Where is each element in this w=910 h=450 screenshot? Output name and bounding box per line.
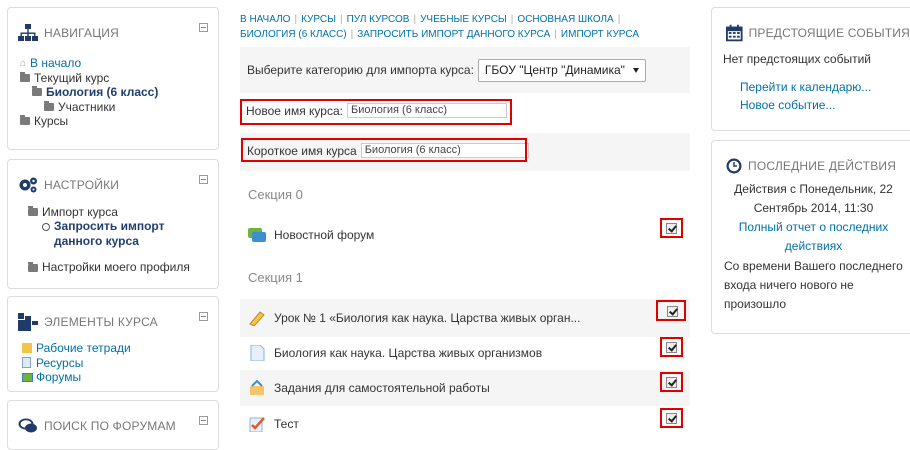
activity-name[interactable]: Задания для самостоятельной работы	[274, 381, 490, 395]
category-select-value: ГБОУ "Центр "Динамика"	[484, 63, 625, 77]
nav-item-current-course[interactable]: Текущий курс	[20, 71, 212, 86]
category-label: Выберите категорию для импорта курса:	[247, 63, 474, 77]
activity-since-text: Действия с Понедельник, 22 Сентябрь 2014…	[734, 182, 893, 215]
collapse-icon[interactable]	[199, 312, 208, 321]
forum-search-title: Поиск по форумам	[44, 419, 176, 433]
navigation-block: Навигация ⌂ В начало Текущий курс Биолог…	[7, 7, 219, 150]
breadcrumb-study-courses[interactable]: Учебные курсы	[420, 14, 507, 25]
nav-item-courses[interactable]: Курсы	[20, 114, 212, 129]
folder-icon	[20, 115, 30, 126]
breadcrumb-biology[interactable]: Биология (6 класс)	[240, 29, 347, 40]
activity-name[interactable]: Урок № 1 «Биология как наука. Царства жи…	[274, 311, 580, 325]
elements-icon	[18, 313, 38, 331]
breadcrumb-courses[interactable]: Курсы	[301, 14, 336, 25]
calendar-link[interactable]: Перейти к календарю...	[740, 78, 871, 97]
activity-row: Биология как наука. Царства живых органи…	[240, 335, 690, 371]
settings-item-request-import[interactable]: Запросить импорт	[20, 219, 212, 235]
highlight-checkbox	[660, 408, 683, 428]
lesson-icon	[249, 311, 265, 326]
category-row: Выберите категорию для импорта курса: ГБ…	[240, 47, 690, 93]
category-select[interactable]: ГБОУ "Центр "Динамика"	[477, 58, 646, 82]
forum-search-block: Поиск по форумам	[7, 400, 219, 450]
course-element-forums[interactable]: Форумы	[22, 370, 212, 385]
collapse-icon[interactable]	[199, 23, 208, 32]
breadcrumb-main-school[interactable]: Основная школа	[517, 14, 613, 25]
course-element-workbooks[interactable]: Рабочие тетради	[22, 341, 212, 356]
highlight-new-name	[240, 99, 512, 125]
page-icon	[22, 357, 31, 369]
page-icon	[250, 345, 265, 361]
forum-icon	[22, 372, 33, 382]
upcoming-events-title: Предстоящие события	[748, 26, 910, 40]
assignment-icon	[250, 380, 264, 395]
highlight-short-name	[241, 138, 527, 162]
sitemap-icon	[18, 24, 38, 41]
forum-icon	[248, 228, 266, 242]
breadcrumb-course-import: Импорт курса	[560, 29, 640, 40]
course-elements-title: Элементы курса	[44, 315, 158, 329]
course-elements-block: Элементы курса Рабочие тетради Ресурсы Ф…	[7, 296, 219, 392]
nav-item-home[interactable]: ⌂ В начало	[20, 56, 212, 71]
collapse-icon[interactable]	[199, 416, 208, 425]
pencil-note-icon	[22, 343, 32, 354]
circle-icon	[42, 222, 50, 231]
clock-icon	[726, 158, 742, 174]
settings-block: Настройки Импорт курса Запросить импорт …	[7, 159, 219, 289]
activity-name[interactable]: Новостной форум	[274, 228, 374, 242]
full-report-link[interactable]: Полный отчет о последних действиях	[716, 218, 910, 256]
highlight-checkbox	[656, 300, 686, 321]
activity-row: Урок № 1 «Биология как наука. Царства жи…	[240, 299, 690, 337]
folder-icon	[20, 71, 30, 82]
nothing-new-text: Со времени Вашего последнего входа ничег…	[724, 259, 903, 311]
no-events-text: Нет предстоящих событий	[723, 52, 872, 66]
calendar-icon	[726, 24, 743, 42]
breadcrumb: В начало | Курсы | Пул курсов | Учебные курсы |…	[240, 14, 640, 40]
folder-icon	[32, 86, 42, 97]
speech-bubbles-icon	[18, 418, 37, 433]
section-0-title: Секция 0	[248, 187, 303, 202]
nav-item-biology-course[interactable]: Биология (6 класс)	[20, 85, 212, 100]
course-element-resources[interactable]: Ресурсы	[22, 356, 212, 371]
breadcrumb-course-pool[interactable]: Пул курсов	[347, 14, 410, 25]
activity-name[interactable]: Тест	[274, 417, 299, 431]
folder-open-icon	[28, 206, 38, 217]
highlight-checkbox	[660, 218, 683, 238]
breadcrumb-home[interactable]: В начало	[240, 14, 290, 25]
highlight-checkbox	[660, 337, 683, 357]
activity-row: Тест	[240, 406, 690, 442]
settings-title: Настройки	[44, 178, 120, 192]
gears-icon	[19, 177, 37, 193]
folder-icon	[28, 261, 38, 272]
section-1-title: Секция 1	[248, 270, 303, 285]
collapse-icon[interactable]	[199, 175, 208, 184]
settings-item-course-import[interactable]: Импорт курса	[20, 205, 212, 220]
caret-down-icon	[632, 67, 639, 73]
new-event-link[interactable]: Новое событие...	[740, 96, 835, 115]
nav-item-participants[interactable]: Участники	[20, 100, 212, 115]
home-icon: ⌂	[20, 57, 27, 69]
navigation-title: Навигация	[44, 26, 119, 40]
recent-activity-title: Последние действия	[748, 159, 897, 173]
folder-icon	[44, 100, 54, 111]
settings-item-request-import-line2[interactable]: данного курса	[20, 234, 212, 249]
breadcrumb-request-import[interactable]: Запросить импорт данного курса	[357, 29, 550, 40]
activity-row: Новостной форум	[240, 217, 690, 253]
settings-item-profile[interactable]: Настройки моего профиля	[20, 260, 212, 276]
highlight-checkbox	[660, 372, 683, 392]
activity-name[interactable]: Биология как наука. Царства живых органи…	[274, 346, 542, 360]
quiz-icon	[249, 417, 265, 432]
activity-row: Задания для самостоятельной работы	[240, 370, 690, 406]
